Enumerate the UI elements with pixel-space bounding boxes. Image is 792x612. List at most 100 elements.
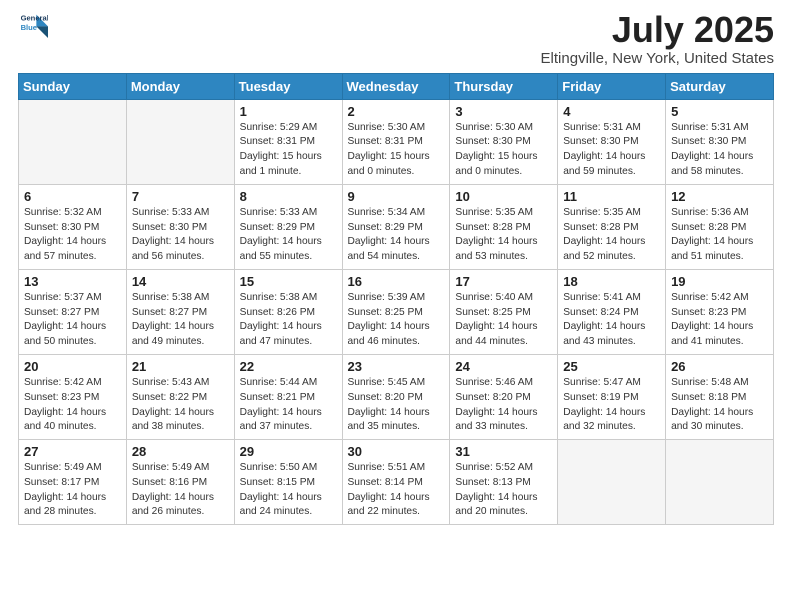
- day-info: Sunrise: 5:29 AMSunset: 8:31 PMDaylight:…: [240, 121, 337, 180]
- day-number: 24: [455, 359, 552, 374]
- header-monday: Monday: [126, 73, 234, 99]
- calendar-cell: [558, 440, 666, 525]
- calendar-week-4: 20 Sunrise: 5:42 AMSunset: 8:23 PMDayligh…: [19, 354, 774, 439]
- calendar-cell: 6 Sunrise: 5:32 AMSunset: 8:30 PMDaylight…: [19, 184, 127, 269]
- day-number: 11: [563, 189, 660, 204]
- day-number: 18: [563, 274, 660, 289]
- day-info: Sunrise: 5:32 AMSunset: 8:30 PMDaylight:…: [24, 206, 121, 265]
- calendar-cell: 29 Sunrise: 5:50 AMSunset: 8:15 PMDayligh…: [234, 440, 342, 525]
- day-info: Sunrise: 5:48 AMSunset: 8:18 PMDaylight:…: [671, 376, 768, 435]
- calendar-cell: 12 Sunrise: 5:36 AMSunset: 8:28 PMDayligh…: [666, 184, 774, 269]
- svg-text:Blue: Blue: [21, 23, 37, 32]
- day-number: 16: [348, 274, 445, 289]
- calendar-week-5: 27Sunrise: 5:49 AMSunset: 8:17 PMDayligh…: [19, 440, 774, 525]
- calendar-cell: 22 Sunrise: 5:44 AMSunset: 8:21 PMDayligh…: [234, 354, 342, 439]
- header-friday: Friday: [558, 73, 666, 99]
- day-info: Sunrise: 5:36 AMSunset: 8:28 PMDaylight:…: [671, 206, 768, 265]
- day-number: 21: [132, 359, 229, 374]
- header: General Blue July 2025 Eltingville, New …: [18, 10, 774, 67]
- day-number: 12: [671, 189, 768, 204]
- calendar-cell: 8Sunrise: 5:33 AMSunset: 8:29 PMDaylight…: [234, 184, 342, 269]
- page: General Blue July 2025 Eltingville, New …: [0, 0, 792, 612]
- day-number: 22: [240, 359, 337, 374]
- day-info: Sunrise: 5:34 AMSunset: 8:29 PMDaylight:…: [348, 206, 445, 265]
- day-number: 10: [455, 189, 552, 204]
- day-number: 5: [671, 104, 768, 119]
- calendar-header-row: SundayMondayTuesdayWednesdayThursdayFrid…: [19, 73, 774, 99]
- day-info: Sunrise: 5:40 AMSunset: 8:25 PMDaylight:…: [455, 291, 552, 350]
- day-info: Sunrise: 5:51 AMSunset: 8:14 PMDaylight:…: [348, 461, 445, 520]
- day-number: 7: [132, 189, 229, 204]
- day-number: 6: [24, 189, 121, 204]
- calendar-cell: 23Sunrise: 5:45 AMSunset: 8:20 PMDayligh…: [342, 354, 450, 439]
- day-info: Sunrise: 5:35 AMSunset: 8:28 PMDaylight:…: [563, 206, 660, 265]
- calendar-cell: 25Sunrise: 5:47 AMSunset: 8:19 PMDayligh…: [558, 354, 666, 439]
- calendar-week-2: 6 Sunrise: 5:32 AMSunset: 8:30 PMDaylight…: [19, 184, 774, 269]
- day-info: Sunrise: 5:41 AMSunset: 8:24 PMDaylight:…: [563, 291, 660, 350]
- day-number: 26: [671, 359, 768, 374]
- day-info: Sunrise: 5:33 AMSunset: 8:30 PMDaylight:…: [132, 206, 229, 265]
- day-number: 31: [455, 444, 552, 459]
- calendar-cell: 5 Sunrise: 5:31 AMSunset: 8:30 PMDaylight…: [666, 99, 774, 184]
- day-info: Sunrise: 5:30 AMSunset: 8:31 PMDaylight:…: [348, 121, 445, 180]
- day-info: Sunrise: 5:42 AMSunset: 8:23 PMDaylight:…: [671, 291, 768, 350]
- day-info: Sunrise: 5:42 AMSunset: 8:23 PMDaylight:…: [24, 376, 121, 435]
- day-number: 23: [348, 359, 445, 374]
- calendar-cell: 26 Sunrise: 5:48 AMSunset: 8:18 PMDayligh…: [666, 354, 774, 439]
- calendar-cell: 10 Sunrise: 5:35 AMSunset: 8:28 PMDayligh…: [450, 184, 558, 269]
- day-number: 30: [348, 444, 445, 459]
- day-number: 1: [240, 104, 337, 119]
- header-sunday: Sunday: [19, 73, 127, 99]
- day-number: 29: [240, 444, 337, 459]
- subtitle: Eltingville, New York, United States: [541, 50, 774, 67]
- calendar-cell: 18 Sunrise: 5:41 AMSunset: 8:24 PMDayligh…: [558, 269, 666, 354]
- day-info: Sunrise: 5:35 AMSunset: 8:28 PMDaylight:…: [455, 206, 552, 265]
- calendar-cell: 14 Sunrise: 5:38 AMSunset: 8:27 PMDayligh…: [126, 269, 234, 354]
- calendar-cell: 13Sunrise: 5:37 AMSunset: 8:27 PMDayligh…: [19, 269, 127, 354]
- calendar-cell: 31Sunrise: 5:52 AMSunset: 8:13 PMDayligh…: [450, 440, 558, 525]
- day-info: Sunrise: 5:50 AMSunset: 8:15 PMDaylight:…: [240, 461, 337, 520]
- day-number: 14: [132, 274, 229, 289]
- calendar-cell: 24 Sunrise: 5:46 AMSunset: 8:20 PMDayligh…: [450, 354, 558, 439]
- day-number: 27: [24, 444, 121, 459]
- calendar-cell: 21 Sunrise: 5:43 AMSunset: 8:22 PMDayligh…: [126, 354, 234, 439]
- day-number: 3: [455, 104, 552, 119]
- day-number: 13: [24, 274, 121, 289]
- svg-text:General: General: [21, 14, 48, 23]
- day-info: Sunrise: 5:49 AMSunset: 8:16 PMDaylight:…: [132, 461, 229, 520]
- day-info: Sunrise: 5:46 AMSunset: 8:20 PMDaylight:…: [455, 376, 552, 435]
- calendar-table: SundayMondayTuesdayWednesdayThursdayFrid…: [18, 73, 774, 526]
- calendar-cell: [126, 99, 234, 184]
- day-number: 2: [348, 104, 445, 119]
- header-wednesday: Wednesday: [342, 73, 450, 99]
- day-info: Sunrise: 5:43 AMSunset: 8:22 PMDaylight:…: [132, 376, 229, 435]
- calendar-cell: 28 Sunrise: 5:49 AMSunset: 8:16 PMDayligh…: [126, 440, 234, 525]
- calendar-cell: [19, 99, 127, 184]
- day-info: Sunrise: 5:33 AMSunset: 8:29 PMDaylight:…: [240, 206, 337, 265]
- header-saturday: Saturday: [666, 73, 774, 99]
- calendar-cell: 9Sunrise: 5:34 AMSunset: 8:29 PMDaylight…: [342, 184, 450, 269]
- main-title: July 2025: [541, 10, 774, 50]
- day-number: 20: [24, 359, 121, 374]
- calendar-cell: 19Sunrise: 5:42 AMSunset: 8:23 PMDayligh…: [666, 269, 774, 354]
- day-info: Sunrise: 5:38 AMSunset: 8:26 PMDaylight:…: [240, 291, 337, 350]
- day-number: 15: [240, 274, 337, 289]
- day-info: Sunrise: 5:38 AMSunset: 8:27 PMDaylight:…: [132, 291, 229, 350]
- header-tuesday: Tuesday: [234, 73, 342, 99]
- day-info: Sunrise: 5:44 AMSunset: 8:21 PMDaylight:…: [240, 376, 337, 435]
- logo: General Blue: [18, 10, 48, 43]
- calendar-cell: 27Sunrise: 5:49 AMSunset: 8:17 PMDayligh…: [19, 440, 127, 525]
- calendar-cell: 2 Sunrise: 5:30 AMSunset: 8:31 PMDaylight…: [342, 99, 450, 184]
- calendar-cell: 20 Sunrise: 5:42 AMSunset: 8:23 PMDayligh…: [19, 354, 127, 439]
- day-info: Sunrise: 5:31 AMSunset: 8:30 PMDaylight:…: [671, 121, 768, 180]
- calendar-cell: [666, 440, 774, 525]
- calendar-week-1: 1 Sunrise: 5:29 AMSunset: 8:31 PMDaylight…: [19, 99, 774, 184]
- calendar-cell: 7 Sunrise: 5:33 AMSunset: 8:30 PMDaylight…: [126, 184, 234, 269]
- calendar-cell: 15 Sunrise: 5:38 AMSunset: 8:26 PMDayligh…: [234, 269, 342, 354]
- day-number: 28: [132, 444, 229, 459]
- logo-icon: General Blue: [20, 10, 48, 38]
- calendar-cell: 17Sunrise: 5:40 AMSunset: 8:25 PMDayligh…: [450, 269, 558, 354]
- day-number: 4: [563, 104, 660, 119]
- calendar-cell: 11 Sunrise: 5:35 AMSunset: 8:28 PMDayligh…: [558, 184, 666, 269]
- calendar-cell: 16Sunrise: 5:39 AMSunset: 8:25 PMDayligh…: [342, 269, 450, 354]
